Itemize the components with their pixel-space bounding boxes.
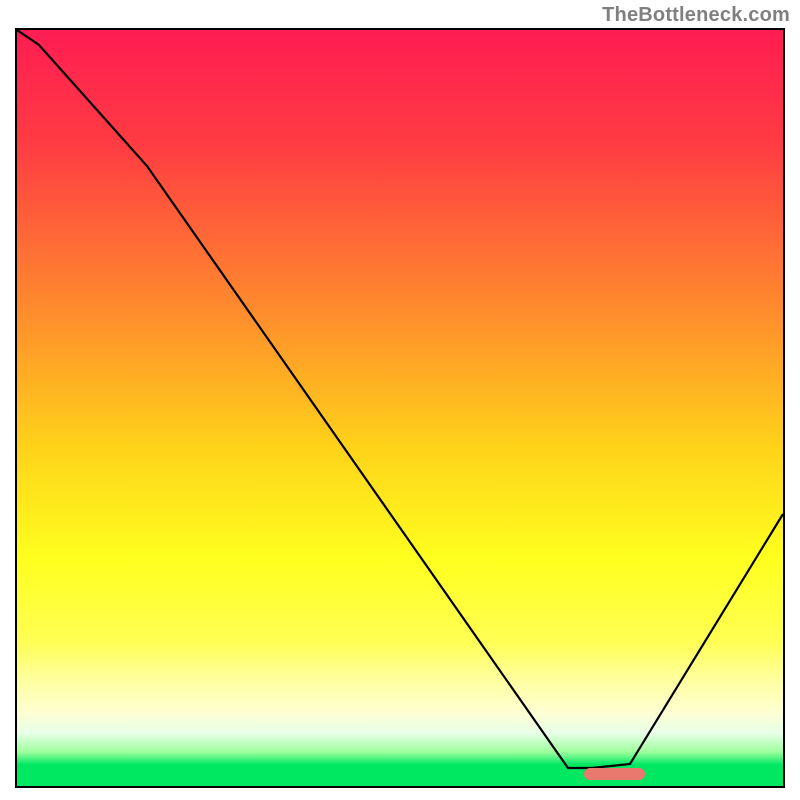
bottleneck-curve — [17, 30, 783, 786]
optimal-range-marker — [584, 768, 645, 780]
watermark-text: TheBottleneck.com — [602, 4, 790, 27]
curve-path — [17, 30, 783, 768]
plot-area — [15, 28, 785, 788]
